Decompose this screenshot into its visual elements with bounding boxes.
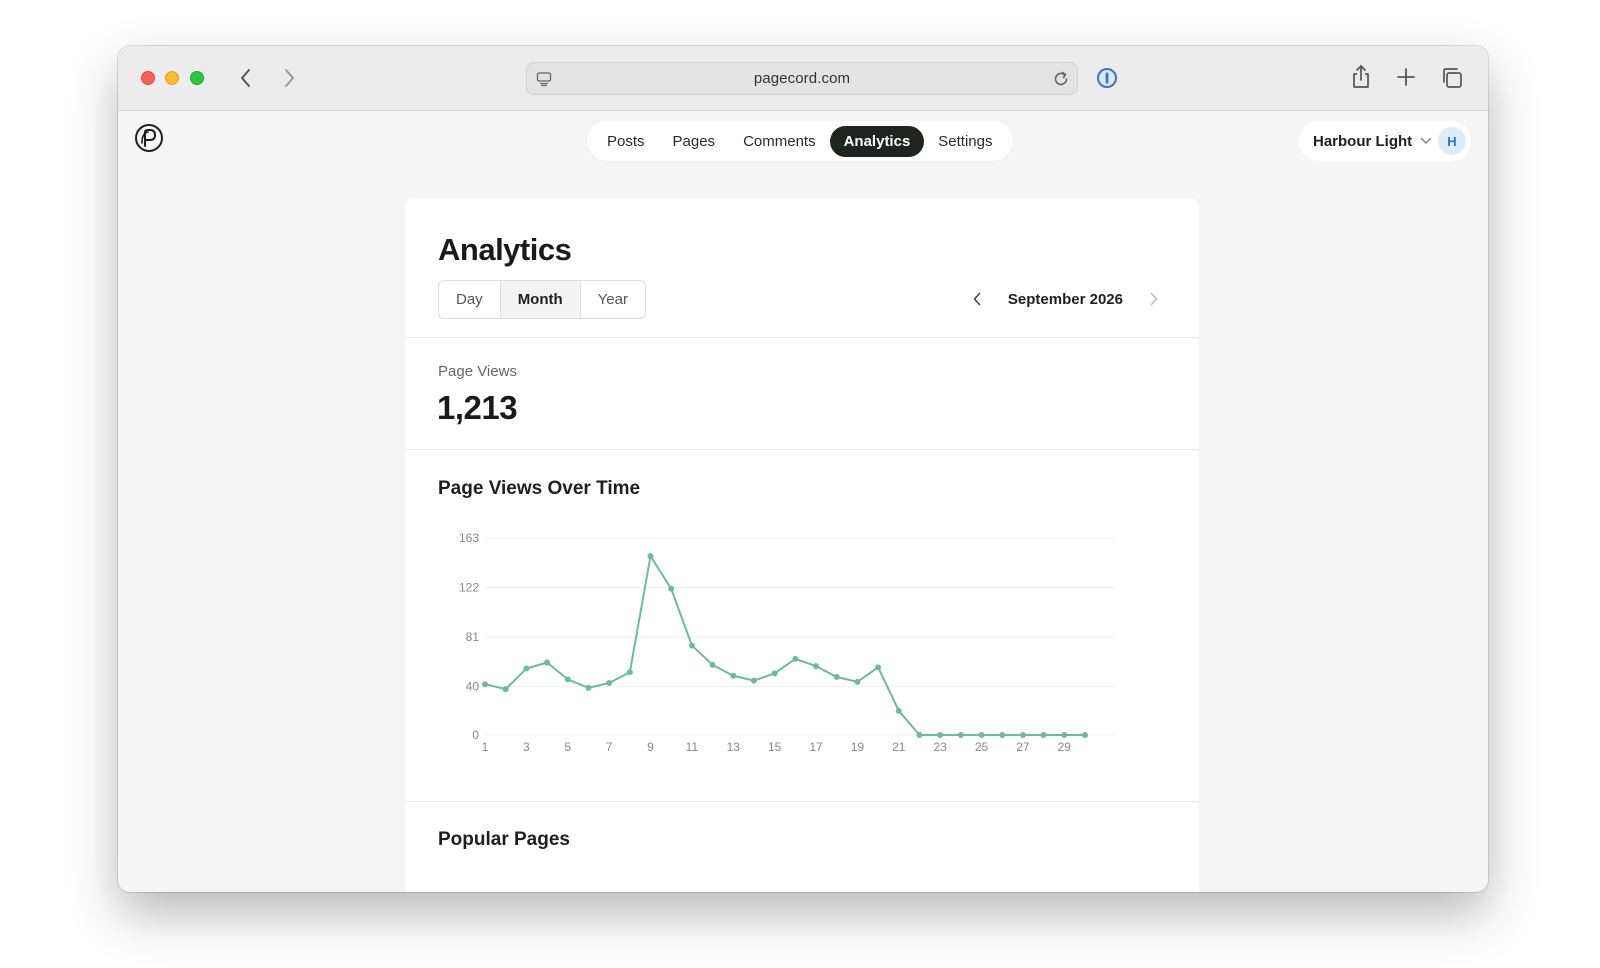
data-point bbox=[916, 732, 923, 738]
x-tick-label: 19 bbox=[851, 740, 865, 754]
previous-period-button[interactable] bbox=[972, 292, 982, 306]
data-point bbox=[1082, 732, 1088, 738]
nav-settings[interactable]: Settings bbox=[924, 126, 1006, 157]
data-point bbox=[544, 659, 551, 666]
data-point bbox=[606, 680, 613, 687]
data-point bbox=[833, 673, 840, 680]
avatar[interactable]: H bbox=[1438, 127, 1466, 155]
data-point bbox=[523, 665, 530, 672]
plus-icon[interactable] bbox=[1394, 65, 1418, 89]
x-tick-label: 29 bbox=[1058, 740, 1072, 754]
period-selector: Day Month Year bbox=[438, 280, 646, 319]
nav-analytics[interactable]: Analytics bbox=[829, 125, 925, 157]
divider bbox=[405, 337, 1199, 338]
chevron-down-icon bbox=[1420, 137, 1432, 145]
password-manager-icon[interactable] bbox=[1096, 67, 1118, 89]
data-point bbox=[978, 732, 985, 738]
x-tick-label: 11 bbox=[686, 740, 699, 754]
period-year-button[interactable]: Year bbox=[581, 281, 645, 318]
x-tick-label: 27 bbox=[1016, 740, 1030, 754]
zoom-window-button[interactable] bbox=[190, 71, 204, 85]
data-point bbox=[626, 669, 633, 676]
y-tick-label: 40 bbox=[466, 680, 480, 694]
x-tick-label: 3 bbox=[523, 740, 530, 754]
data-point bbox=[502, 686, 509, 693]
browser-window: pagecord.com Posts Pages Comments Analyt… bbox=[118, 46, 1488, 892]
reload-icon[interactable] bbox=[1051, 69, 1071, 94]
x-tick-label: 15 bbox=[768, 740, 782, 754]
data-point bbox=[854, 678, 861, 685]
data-point bbox=[875, 664, 882, 671]
share-icon[interactable] bbox=[1348, 64, 1374, 90]
data-point bbox=[647, 553, 654, 560]
page-content: Posts Pages Comments Analytics Settings … bbox=[118, 111, 1488, 892]
data-point bbox=[792, 655, 799, 662]
data-point bbox=[564, 676, 571, 683]
period-month-button[interactable]: Month bbox=[500, 281, 581, 318]
data-point bbox=[709, 661, 716, 668]
data-point bbox=[1019, 732, 1026, 738]
data-point bbox=[999, 732, 1006, 738]
data-point bbox=[937, 732, 944, 738]
page-views-value: 1,213 bbox=[437, 389, 518, 426]
account-name: Harbour Light bbox=[1313, 132, 1413, 150]
browser-toolbar: pagecord.com bbox=[118, 46, 1488, 111]
site-settings-icon[interactable] bbox=[536, 71, 552, 92]
divider bbox=[405, 801, 1199, 802]
next-period-button[interactable] bbox=[1149, 292, 1159, 306]
data-point bbox=[895, 707, 902, 714]
period-day-button[interactable]: Day bbox=[439, 281, 501, 318]
url-text: pagecord.com bbox=[753, 70, 851, 87]
x-tick-label: 5 bbox=[564, 740, 571, 754]
x-tick-label: 23 bbox=[933, 740, 947, 754]
period-navigator: September 2026 bbox=[972, 287, 1159, 311]
divider bbox=[405, 449, 1199, 450]
x-tick-label: 17 bbox=[809, 740, 823, 754]
account-switcher[interactable]: Harbour Light H bbox=[1299, 121, 1471, 161]
page-views-label: Page Views bbox=[438, 363, 517, 380]
data-point bbox=[957, 732, 964, 738]
analytics-card: Analytics Day Month Year September 2026 … bbox=[405, 199, 1199, 892]
y-tick-label: 122 bbox=[459, 581, 479, 595]
x-tick-label: 13 bbox=[727, 740, 741, 754]
tabs-icon[interactable] bbox=[1439, 65, 1465, 91]
y-tick-label: 0 bbox=[472, 728, 479, 742]
page-views-chart: 040811221631 3 5 7 9 11 13 15 17 19 21 23 25 27 29 bbox=[459, 532, 1115, 754]
x-tick-label: 25 bbox=[975, 740, 989, 754]
data-point bbox=[688, 642, 695, 649]
data-point bbox=[585, 684, 592, 691]
data-point bbox=[750, 677, 757, 684]
address-bar[interactable]: pagecord.com bbox=[526, 62, 1078, 95]
x-tick-label: 9 bbox=[647, 740, 654, 754]
page-title: Analytics bbox=[438, 232, 572, 267]
series-line bbox=[484, 555, 1085, 736]
data-point bbox=[668, 585, 675, 592]
pagecord-logo-icon[interactable] bbox=[134, 123, 164, 153]
nav-comments[interactable]: Comments bbox=[729, 126, 830, 157]
data-point bbox=[771, 670, 778, 677]
data-point bbox=[730, 672, 737, 679]
data-point bbox=[1040, 732, 1047, 738]
chevron-left-icon[interactable] bbox=[234, 66, 258, 90]
data-point bbox=[813, 663, 820, 670]
main-navigation: Posts Pages Comments Analytics Settings bbox=[587, 121, 1013, 161]
data-point bbox=[482, 681, 488, 688]
x-tick-label: 7 bbox=[606, 740, 613, 754]
data-point bbox=[1061, 732, 1068, 738]
current-period-label: September 2026 bbox=[1007, 290, 1123, 308]
chart-title: Page Views Over Time bbox=[438, 478, 641, 499]
nav-posts[interactable]: Posts bbox=[593, 126, 659, 157]
minimize-window-button[interactable] bbox=[165, 71, 179, 85]
chevron-right-icon[interactable] bbox=[277, 66, 301, 90]
nav-pages[interactable]: Pages bbox=[659, 126, 730, 157]
close-window-button[interactable] bbox=[141, 71, 155, 85]
x-tick-label: 1 bbox=[482, 740, 489, 754]
x-tick-label: 21 bbox=[892, 740, 906, 754]
popular-pages-title: Popular Pages bbox=[438, 829, 570, 850]
y-tick-label: 81 bbox=[466, 630, 480, 644]
y-tick-label: 163 bbox=[459, 532, 479, 545]
